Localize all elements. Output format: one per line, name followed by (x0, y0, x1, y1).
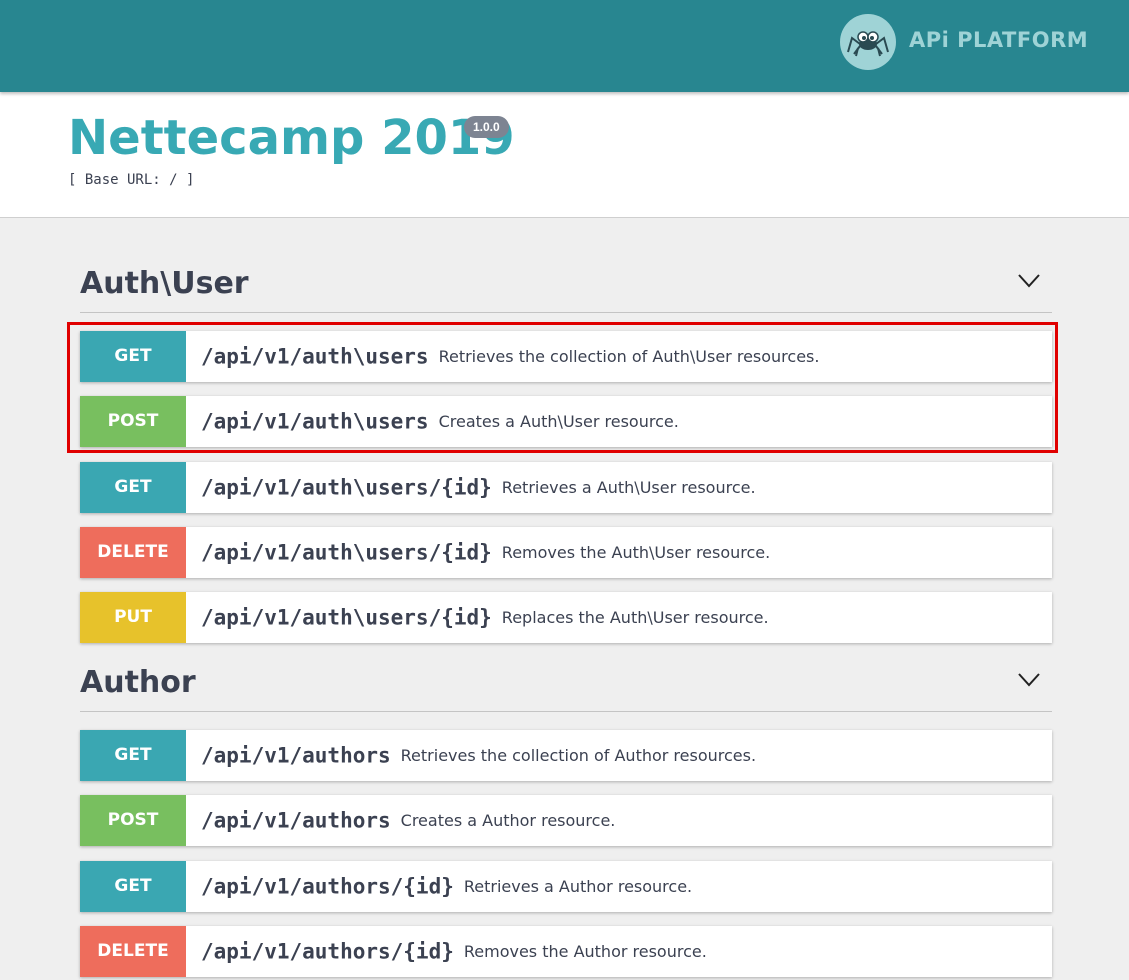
operation-summary: Creates a Author resource. (400, 811, 616, 831)
operation-path: /api/v1/authors (201, 808, 391, 833)
operation-row[interactable]: DELETE /api/v1/auth\users/{id} Removes th… (80, 527, 1052, 578)
method-badge-post: POST (80, 396, 186, 447)
operation-row[interactable]: GET /api/v1/auth\users Retrieves the coll… (80, 331, 1052, 382)
operation-row[interactable]: GET /api/v1/auth\users/{id} Retrieves a A… (80, 462, 1052, 513)
chevron-down-icon[interactable] (1018, 673, 1040, 687)
method-badge-post: POST (80, 795, 186, 846)
spider-logo-icon[interactable] (840, 14, 896, 70)
operation-summary: Retrieves a Author resource. (463, 877, 693, 897)
method-badge-get: GET (80, 331, 186, 382)
operation-row[interactable]: POST /api/v1/auth\users Creates a Auth\Us… (80, 396, 1052, 447)
operation-summary: Replaces the Auth\User resource. (501, 608, 769, 628)
info-header: Nettecamp 2019 1.0.0 [ Base URL: / ] (0, 92, 1129, 218)
logo-text[interactable]: APi PLATFORM (909, 28, 1088, 52)
section-title: Author (80, 665, 196, 700)
operation-path: /api/v1/auth\users/{id} (201, 605, 492, 630)
chevron-down-icon[interactable] (1018, 274, 1040, 288)
operation-path: /api/v1/auth\users (201, 344, 429, 369)
operation-path: /api/v1/auth\users/{id} (201, 475, 492, 500)
section-header-author[interactable]: Author (80, 661, 1052, 712)
method-badge-delete: DELETE (80, 926, 186, 977)
method-badge-get: GET (80, 730, 186, 781)
page-title: Nettecamp 2019 (68, 110, 515, 166)
method-badge-get: GET (80, 462, 186, 513)
version-badge: 1.0.0 (464, 116, 509, 138)
operation-summary: Creates a Auth\User resource. (438, 412, 679, 432)
operation-path: /api/v1/auth\users/{id} (201, 540, 492, 565)
operation-summary: Removes the Author resource. (463, 942, 707, 962)
operation-row[interactable]: POST /api/v1/authors Creates a Author res… (80, 795, 1052, 846)
method-badge-put: PUT (80, 592, 186, 643)
section-title: Auth\User (80, 266, 249, 301)
operation-path: /api/v1/authors/{id} (201, 874, 454, 899)
operation-summary: Removes the Auth\User resource. (501, 543, 771, 563)
operation-path: /api/v1/authors (201, 743, 391, 768)
operation-row[interactable]: DELETE /api/v1/authors/{id} Removes the A… (80, 926, 1052, 977)
operation-summary: Retrieves the collection of Author resou… (400, 746, 757, 766)
section-header-auth-user[interactable]: Auth\User (80, 262, 1052, 313)
operation-path: /api/v1/authors/{id} (201, 939, 454, 964)
operation-path: /api/v1/auth\users (201, 409, 429, 434)
operation-row[interactable]: GET /api/v1/authors Retrieves the collect… (80, 730, 1052, 781)
operation-summary: Retrieves a Auth\User resource. (501, 478, 756, 498)
top-bar: APi PLATFORM (0, 0, 1129, 92)
method-badge-delete: DELETE (80, 527, 186, 578)
operation-summary: Retrieves the collection of Auth\User re… (438, 347, 820, 367)
operation-row[interactable]: PUT /api/v1/auth\users/{id} Replaces the … (80, 592, 1052, 643)
base-url: [ Base URL: / ] (68, 172, 195, 188)
method-badge-get: GET (80, 861, 186, 912)
operation-row[interactable]: GET /api/v1/authors/{id} Retrieves a Auth… (80, 861, 1052, 912)
